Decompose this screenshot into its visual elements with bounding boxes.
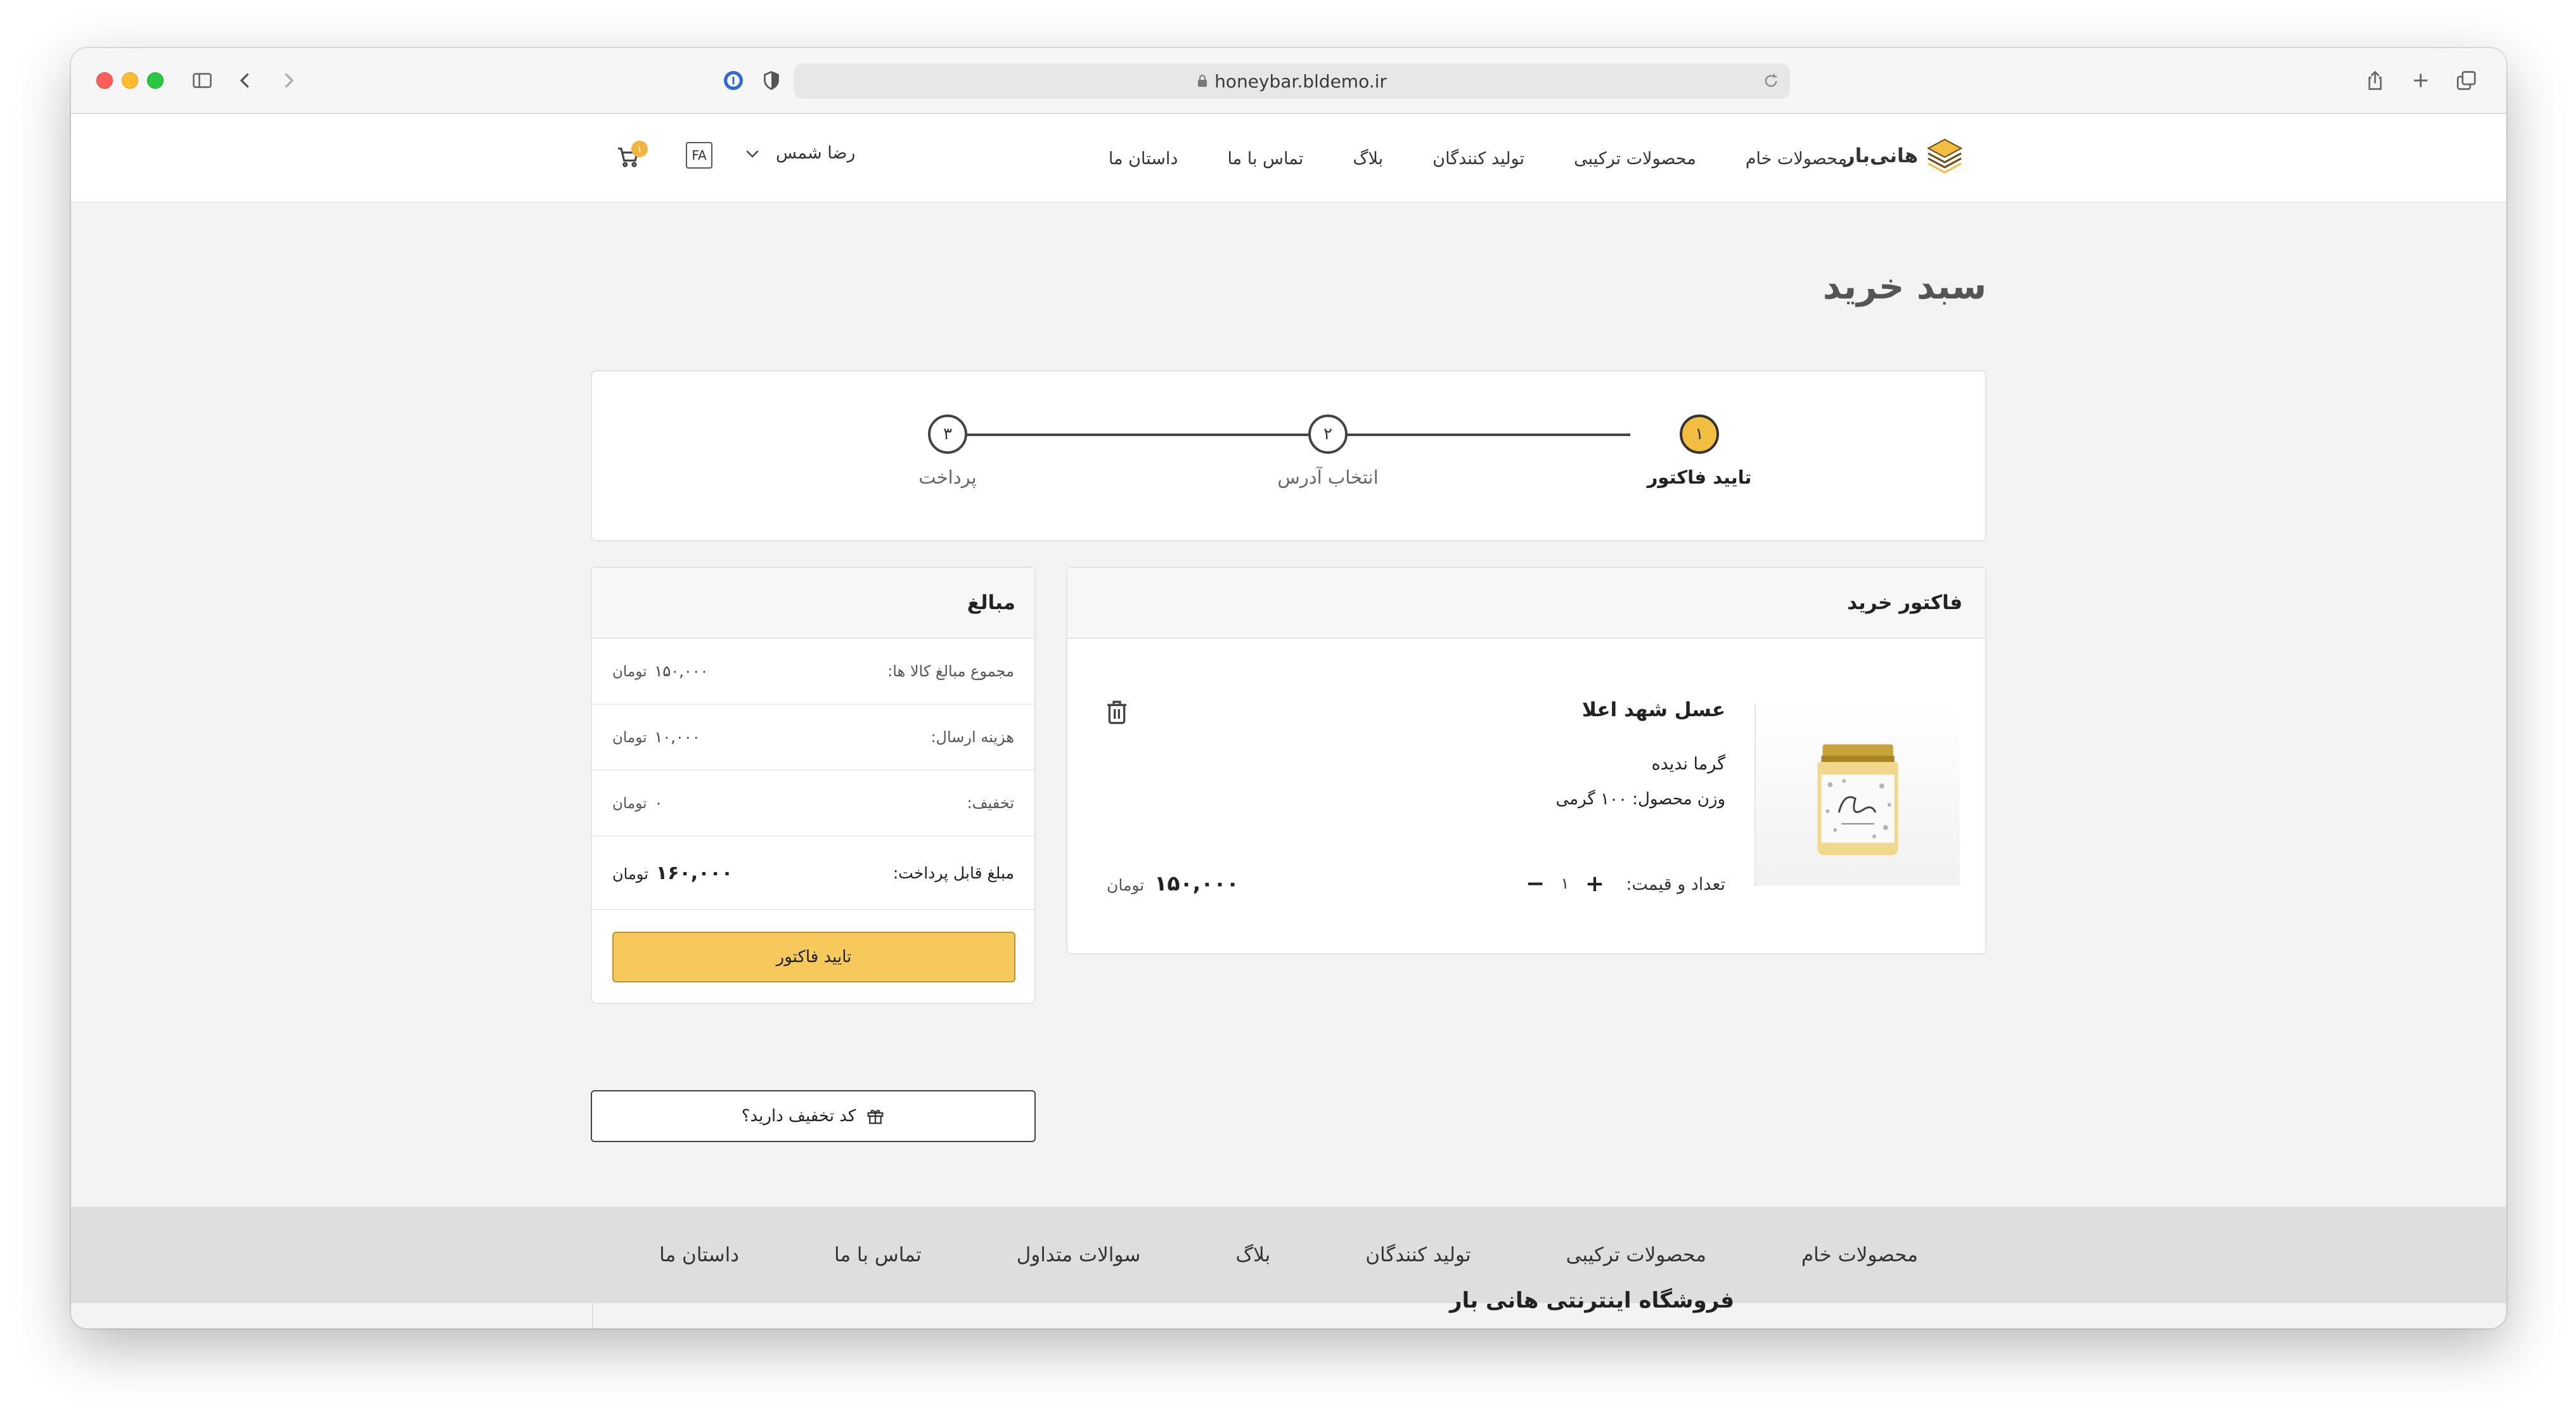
steps-connector <box>937 434 1630 436</box>
new-tab-icon[interactable] <box>2405 65 2437 96</box>
shipping-currency: تومان <box>612 730 647 746</box>
quantity-label: تعداد و قیمت: <box>1626 875 1725 894</box>
close-window-button[interactable] <box>96 72 113 89</box>
shield-icon[interactable] <box>756 65 787 96</box>
subtotal-row: مجموع مبالغ کالا ها: ۱۵۰,۰۰۰ تومان <box>592 639 1034 705</box>
footer-link-our-story[interactable]: داستان ما <box>659 1244 739 1266</box>
site-logo[interactable]: هانی‌بار <box>1844 136 1965 176</box>
desktop-background: honeybar.bldemo.ir <box>0 0 2576 1421</box>
browser-window: honeybar.bldemo.ir <box>71 48 2506 1328</box>
address-bar[interactable]: honeybar.bldemo.ir <box>794 63 1790 99</box>
password-icon[interactable] <box>718 65 749 96</box>
subtotal-currency: تومان <box>612 664 647 680</box>
trash-icon[interactable] <box>1104 698 1130 726</box>
footer-divider <box>592 1288 593 1328</box>
footer-bottom <box>71 1303 2506 1328</box>
totals-card: مبالغ مجموع مبالغ کالا ها: ۱۵۰,۰۰۰ تومان … <box>591 567 1036 1004</box>
subtotal-label: مجموع مبالغ کالا ها: <box>887 662 1014 680</box>
lock-icon <box>1198 75 1208 87</box>
tabs-icon[interactable] <box>2450 65 2482 96</box>
quantity-value: ۱ <box>1561 875 1569 892</box>
zoom-window-button[interactable] <box>147 72 164 89</box>
honeycomb-logo-icon <box>1926 138 1963 174</box>
product-name[interactable]: عسل شهد اعلا <box>1582 698 1725 721</box>
url-text: honeybar.bldemo.ir <box>1214 70 1387 92</box>
minimize-window-button[interactable] <box>122 72 138 89</box>
nav-our-story[interactable]: داستان ما <box>1109 149 1178 169</box>
footer-store-title: فروشگاه اینترنتی هانی بار <box>1449 1288 1734 1313</box>
increase-quantity-button[interactable]: + <box>1583 871 1606 897</box>
product-image[interactable] <box>1755 704 1960 886</box>
discount-row: تخفیف: ۰ تومان <box>592 771 1034 837</box>
user-name: رضا شمس <box>776 143 856 163</box>
sidebar-icon[interactable] <box>186 65 218 96</box>
back-icon[interactable] <box>229 65 261 96</box>
payable-value: ۱۶۰,۰۰۰ <box>655 861 733 884</box>
reload-icon[interactable] <box>1762 72 1780 90</box>
chevron-down-icon <box>746 150 759 158</box>
nav-contact[interactable]: تماس با ما <box>1227 149 1303 169</box>
subtotal-value: ۱۵۰,۰۰۰ <box>654 662 709 680</box>
nav-raw-products[interactable]: محصولات خام <box>1746 149 1847 169</box>
shipping-value: ۱۰,۰۰۰ <box>654 728 700 746</box>
brand-name: هانی‌بار <box>1843 145 1918 167</box>
quantity-stepper: − ۱ + <box>1524 868 1606 899</box>
discount-label: تخفیف: <box>967 794 1014 812</box>
user-menu[interactable]: رضا شمس <box>743 143 855 163</box>
payable-currency: تومان <box>612 865 648 883</box>
payable-label: مبلغ قابل پرداخت: <box>892 863 1014 882</box>
step-1-label: تایید فاکتور <box>1647 466 1752 488</box>
step-2-circle: ۲ <box>1308 415 1348 454</box>
nav-producers[interactable]: تولید کنندگان <box>1433 149 1524 169</box>
coupon-label: کد تخفیف دارید؟ <box>741 1107 856 1126</box>
product-attribute: گرما ندیده <box>1651 754 1725 774</box>
discount-value: ۰ <box>654 794 663 812</box>
gift-icon <box>867 1109 884 1124</box>
product-weight: وزن محصول: ۱۰۰ گرمی <box>1555 790 1725 809</box>
nav-combo-products[interactable]: محصولات ترکیبی <box>1574 149 1696 169</box>
payable-row: مبلغ قابل پرداخت: ۱۶۰,۰۰۰ تومان <box>592 837 1034 910</box>
confirm-invoice-button[interactable]: تایید فاکتور <box>612 932 1015 982</box>
decrease-quantity-button[interactable]: − <box>1524 871 1547 897</box>
line-price-value: ۱۵۰,۰۰۰ <box>1154 871 1239 896</box>
page-title: سبد خرید <box>1822 266 1987 307</box>
coupon-button[interactable]: کد تخفیف دارید؟ <box>591 1090 1036 1142</box>
footer-link-contact[interactable]: تماس با ما <box>834 1244 922 1266</box>
step-1-circle: ۱ <box>1680 415 1719 454</box>
shipping-row: هزینه ارسال: ۱۰,۰۰۰ تومان <box>592 705 1034 771</box>
step-2-label: انتخاب آدرس <box>1277 466 1379 488</box>
language-switch[interactable]: FA <box>686 142 712 169</box>
checkout-steps: ۱ ۲ ۳ تایید فاکتور انتخاب آدرس پرداخت <box>591 370 1987 541</box>
forward-icon[interactable] <box>273 65 304 96</box>
discount-currency: تومان <box>612 795 647 812</box>
totals-title: مبالغ <box>592 568 1034 639</box>
line-price: ۱۵۰,۰۰۰ تومان <box>1107 871 1239 896</box>
footer-link-producers[interactable]: تولید کنندگان <box>1365 1244 1471 1266</box>
shipping-label: هزینه ارسال: <box>931 728 1014 746</box>
footer-link-combo-products[interactable]: محصولات ترکیبی <box>1566 1244 1706 1266</box>
step-3-circle: ۳ <box>928 415 967 454</box>
site-header: هانی‌بار محصولات خام محصولات ترکیبی تولی… <box>71 114 2506 203</box>
nav-blog[interactable]: بلاگ <box>1353 149 1383 169</box>
footer-link-faq[interactable]: سوالات متداول <box>1017 1244 1141 1266</box>
line-price-currency: تومان <box>1107 876 1145 894</box>
step-3-label: پرداخت <box>918 466 977 488</box>
cart-button[interactable]: ۱ <box>616 141 648 172</box>
invoice-card: فاکتور خرید عسل شهد اعلا گرما ندیده وزن … <box>1066 567 1987 955</box>
share-icon[interactable] <box>2359 65 2391 96</box>
invoice-title: فاکتور خرید <box>1067 568 1985 639</box>
footer-nav: محصولات خام محصولات ترکیبی تولید کنندگان… <box>71 1207 2506 1303</box>
footer-link-blog[interactable]: بلاگ <box>1235 1244 1270 1266</box>
cart-count-badge: ۱ <box>631 141 648 157</box>
main-nav: محصولات خام محصولات ترکیبی تولید کنندگان… <box>1109 114 1847 203</box>
footer-link-raw-products[interactable]: محصولات خام <box>1801 1244 1918 1266</box>
browser-toolbar: honeybar.bldemo.ir <box>71 48 2506 114</box>
web-page: هانی‌بار محصولات خام محصولات ترکیبی تولی… <box>71 114 2506 1328</box>
